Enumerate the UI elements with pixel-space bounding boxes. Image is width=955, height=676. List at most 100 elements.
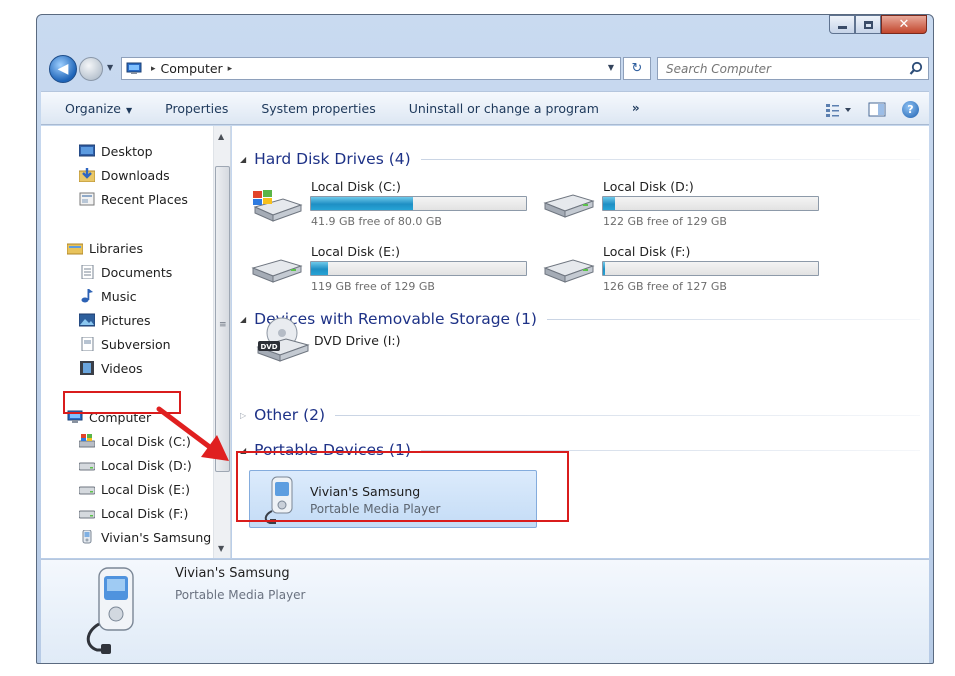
drive-name: Local Disk (C:) [311,179,401,194]
drive-local-disk-f[interactable]: Local Disk (F:) 126 GB free of 127 GB [537,244,827,293]
expand-icon[interactable]: ◢ [240,315,246,324]
sidebar-item-videos[interactable]: Videos [79,357,143,379]
back-arrow-icon: ◀ [57,61,69,77]
maximize-button[interactable] [855,15,881,34]
refresh-button[interactable]: ↻ [623,57,651,80]
drive-name: DVD Drive (I:) [314,333,401,348]
disk-icon [251,259,303,283]
sidebar-item-recent-places[interactable]: Recent Places [79,188,188,210]
sidebar-item-desktop[interactable]: Desktop [79,140,153,162]
sidebar-item-label: Libraries [89,240,143,256]
computer-icon [126,62,142,74]
help-icon[interactable]: ? [902,101,919,118]
view-controls: ? [826,101,919,118]
system-properties-button[interactable]: System properties [261,101,375,116]
videos-icon [80,361,94,375]
sidebar-item-subversion[interactable]: Subversion [79,333,171,355]
scroll-grip-icon: ≡ [219,320,227,330]
details-pane: Vivian's Samsung Portable Media Player [41,559,929,663]
drive-free-space: 126 GB free of 127 GB [603,280,727,293]
sidebar-item-downloads[interactable]: Downloads [79,164,170,186]
scroll-down-icon[interactable]: ▼ [218,544,224,553]
drive-local-disk-e[interactable]: Local Disk (E:) 119 GB free of 129 GB [245,244,535,293]
drive-usage-bar [602,261,819,276]
sidebar-item-label: Music [101,288,137,304]
collapsed-icon[interactable]: ▷ [240,411,246,420]
drive-usage-fill [603,262,605,275]
sidebar-item-label: Local Disk (F:) [101,505,189,521]
group-divider [546,318,920,320]
drive-usage-bar [310,196,527,211]
dvd-drive[interactable]: DVD DVD Drive (I:) [256,311,436,371]
sidebar-item-vivians-samsung[interactable]: Vivian's Samsung [79,526,211,548]
address-dropdown-icon[interactable]: ▼ [608,63,614,72]
sidebar-item-label: Recent Places [101,191,188,207]
breadcrumb-separator-icon[interactable]: ▸ [228,64,233,74]
minimize-button[interactable] [829,15,855,34]
sidebar-item-pictures[interactable]: Pictures [79,309,151,331]
command-bar: Organize ▼ Properties System properties U… [41,91,929,125]
sidebar-item-label: Local Disk (E:) [101,481,191,497]
sidebar-item-local-disk-f[interactable]: Local Disk (F:) [79,502,188,524]
drive-name: Local Disk (E:) [311,244,401,259]
sidebar-item-label: Subversion [101,336,171,352]
media-player-icon [82,530,92,544]
organize-button[interactable]: Organize ▼ [65,101,132,116]
sidebar-item-documents[interactable]: Documents [79,261,172,283]
breadcrumb[interactable]: Computer [161,61,223,76]
disk-icon [79,462,95,471]
breadcrumb-separator-icon[interactable]: ▸ [151,64,156,74]
libraries-icon [67,243,83,255]
group-divider [420,158,920,160]
explorer-window: ✕ ◀ ▼ ▸ Computer ▸ ▼ ↻ Organize▼ Prop [36,14,934,664]
search-box[interactable] [657,57,929,80]
sidebar-item-label: Desktop [101,143,153,159]
dvd-drive-icon: DVD [256,317,310,362]
change-view-icon[interactable] [826,103,852,117]
disk-icon [543,259,595,283]
drive-usage-bar [602,196,819,211]
back-button[interactable]: ◀ [49,55,77,83]
drive-free-space: 122 GB free of 129 GB [603,215,727,228]
group-divider [335,414,920,416]
maximize-icon [863,20,873,29]
sidebar-item-music[interactable]: Music [79,285,137,307]
drive-local-disk-c[interactable]: Local Disk (C:) 41.9 GB free of 80.0 GB [245,179,535,228]
group-other[interactable]: ▷ Other (2) [240,406,920,424]
navigation-scrollbar[interactable]: ▲ ≡ ▼ [213,126,230,558]
preview-pane-icon[interactable] [868,102,886,117]
sidebar-item-libraries[interactable]: Libraries [67,237,143,259]
navigation-pane: Desktop Downloads Recent Places Librarie… [41,126,231,558]
uninstall-program-button[interactable]: Uninstall or change a program [409,101,599,116]
red-arrow-icon [156,406,229,461]
portable-device-highlight-box [236,451,569,522]
drive-local-disk-d[interactable]: Local Disk (D:) 122 GB free of 129 GB [537,179,827,228]
recent-places-icon [79,192,95,206]
forward-button[interactable] [79,57,103,81]
subversion-icon [81,337,94,351]
scroll-up-icon[interactable]: ▲ [218,132,224,141]
properties-button[interactable]: Properties [165,101,228,116]
drive-usage-fill [603,197,615,210]
sidebar-item-local-disk-e[interactable]: Local Disk (E:) [79,478,190,500]
expand-icon[interactable]: ◢ [240,155,246,164]
disk-icon [79,510,95,519]
minimize-icon [837,26,847,29]
drive-usage-bar [310,261,527,276]
more-commands-button[interactable]: » [632,101,640,115]
history-dropdown-icon[interactable]: ▼ [107,63,113,72]
navigation-row: ◀ ▼ ▸ Computer ▸ ▼ ↻ [45,53,929,83]
media-player-icon [86,567,134,654]
downloads-icon [79,168,95,182]
group-title: Other (2) [254,406,326,424]
address-bar[interactable]: ▸ Computer ▸ ▼ [121,57,621,80]
sidebar-item-label: Downloads [101,167,170,183]
group-hard-disk-drives[interactable]: ◢ Hard Disk Drives (4) [240,150,920,168]
desktop-icon [79,144,95,157]
close-icon: ✕ [898,17,910,32]
pictures-icon [79,313,95,327]
search-input[interactable] [666,61,896,76]
search-icon[interactable] [909,61,923,76]
drive-free-space: 119 GB free of 129 GB [311,280,435,293]
close-button[interactable]: ✕ [881,15,927,34]
